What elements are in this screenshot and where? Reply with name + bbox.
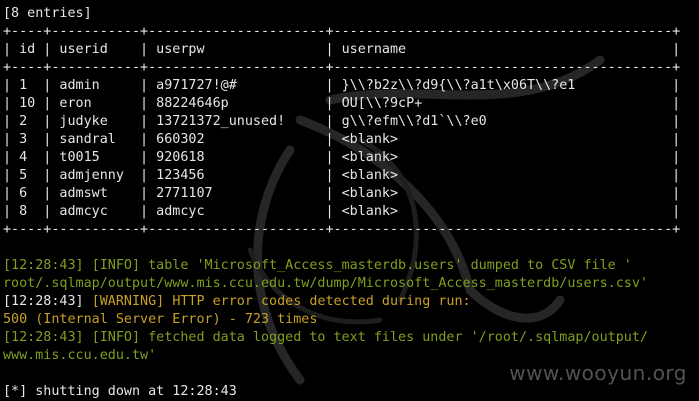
cell-userpw: 88224646p (156, 96, 229, 111)
cell-username: g\\?efm\\?d1`\\?e0 (341, 114, 487, 129)
cell-id: 5 (19, 168, 28, 183)
log-message: fetched data logged to text files under … (148, 330, 648, 345)
log-line-info-dumped: [12:28:43] [INFO] table 'Microsoft_Acces… (3, 257, 632, 275)
cell-userid: admcyc (59, 204, 108, 219)
log-line-info-path: root/.sqlmap/output/www.mis.ccu.edu.tw/d… (3, 276, 648, 291)
cell-userid: admjenny (59, 168, 124, 183)
cell-userpw: admcyc (156, 204, 205, 219)
cell-userpw: 2771107 (156, 186, 213, 201)
cell-id: 4 (19, 150, 28, 165)
table-border-bottom: +----+-----------+----------------------… (3, 222, 681, 237)
table-header-row: | id | userid | userpw | username | (3, 42, 681, 57)
column-header-userid: userid (59, 42, 108, 57)
cell-userpw: 660302 (156, 132, 205, 147)
cell-id: 3 (19, 132, 28, 147)
table-row: | 8 | admcyc | admcyc | <blank> | (3, 204, 681, 219)
table-row: | 1 | admin | a971727!@# | }\\?b2z\\?d9{\\?… (3, 78, 681, 93)
column-header-id: id (19, 42, 36, 57)
cell-username: OU[\\?9cP+ (341, 96, 423, 111)
column-header-username: username (341, 42, 407, 57)
log-level-warning: [WARNING] (91, 294, 165, 309)
log-line-warning-detail: 500 (Internal Server Error) - 723 times (3, 312, 318, 327)
cell-userid: sandral (59, 132, 116, 147)
table-row: | 5 | admjenny | 123456 | <blank> | (3, 168, 681, 183)
cell-id: 10 (19, 96, 36, 111)
cell-username: <blank> (341, 204, 399, 219)
cell-userpw: 920618 (156, 150, 205, 165)
cell-username: }\\?b2z\\?d9{\\?a1t\x06T\\?e1 (341, 78, 576, 93)
log-timestamp: [12:28:43] (3, 294, 84, 309)
table-border-mid: +----+-----------+----------------------… (3, 60, 681, 75)
log-message: HTTP error codes detected during run: (172, 294, 471, 309)
table-row: | 6 | admswt | 2771107 | <blank> | (3, 186, 681, 201)
cell-userpw: 13721372_unused! (156, 114, 286, 129)
cell-id: 2 (19, 114, 28, 129)
cell-username: <blank> (341, 132, 399, 147)
cell-username: <blank> (341, 186, 399, 201)
log-level-info: [INFO] (91, 258, 141, 273)
terminal-window[interactable]: [8 entries] +----+-----------+----------… (0, 0, 699, 401)
table-row: | 2 | judyke | 13721372_unused! | g\\?efm\\… (3, 114, 681, 129)
table-row: | 4 | t0015 | 920618 | <blank> | (3, 150, 681, 165)
table-border-top: +----+-----------+----------------------… (3, 24, 681, 39)
cell-id: 8 (19, 204, 28, 219)
cell-userid: admin (59, 78, 100, 93)
log-timestamp: [12:28:43] (3, 330, 84, 345)
entries-header: [8 entries] (3, 6, 92, 21)
log-line-warning: [12:28:43] [WARNING] HTTP error codes de… (3, 293, 471, 311)
cell-id: 6 (19, 186, 28, 201)
cell-id: 1 (19, 78, 28, 93)
table-row: | 10 | eron | 88224646p | OU[\\?9cP+ | (3, 96, 681, 111)
log-line-info-fetched: [12:28:43] [INFO] fetched data logged to… (3, 329, 648, 347)
cell-userid: admswt (59, 186, 108, 201)
cell-userid: t0015 (59, 150, 100, 165)
cell-userpw: a971727!@# (156, 78, 237, 93)
column-header-userpw: userpw (156, 42, 205, 57)
cell-username: <blank> (341, 150, 399, 165)
log-line-info-fetched-path: www.mis.ccu.edu.tw' (3, 348, 157, 363)
wooyun-watermark: www.wooyun.org (509, 361, 687, 385)
cell-userpw: 123456 (156, 168, 205, 183)
log-timestamp: [12:28:43] (3, 258, 84, 273)
table-row: | 3 | sandral | 660302 | <blank> | (3, 132, 681, 147)
cell-userid: judyke (59, 114, 108, 129)
cell-username: <blank> (341, 168, 399, 183)
log-level-info: [INFO] (91, 330, 141, 345)
cell-userid: eron (59, 96, 92, 111)
shutdown-line: [*] shutting down at 12:28:43 (3, 384, 237, 399)
log-message: table 'Microsoft_Access_masterdb.users' … (148, 258, 632, 273)
